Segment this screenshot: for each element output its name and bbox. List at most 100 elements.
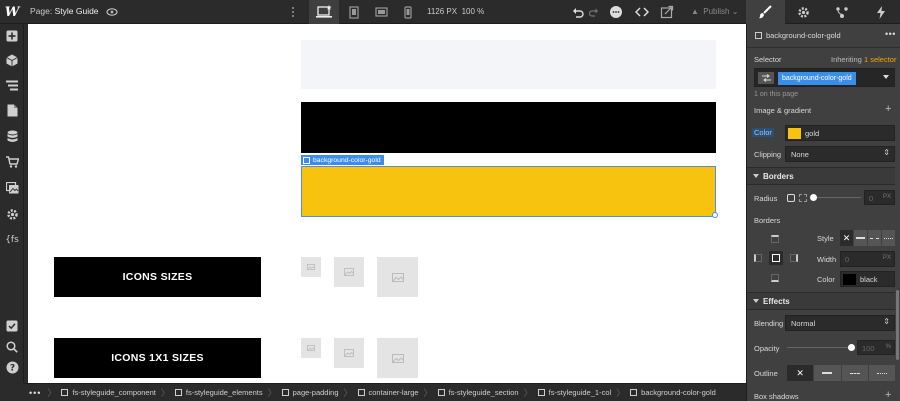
effects-section-header[interactable]: Effects [747, 292, 895, 310]
tab-interactions[interactable] [823, 0, 862, 24]
search-icon[interactable] [4, 339, 20, 355]
canvas-size-readout: 1126 PX 100 % [427, 7, 484, 16]
selector-state-icon[interactable] [758, 72, 774, 84]
radius-individual-icon[interactable] [799, 194, 807, 202]
add-icon[interactable] [4, 28, 20, 44]
radius-all-icon[interactable] [787, 194, 795, 202]
clipping-select[interactable]: None ⇕ [785, 146, 895, 162]
border-all-button[interactable] [769, 251, 783, 265]
dashed-line-icon [870, 237, 879, 239]
undo-icon[interactable] [572, 5, 584, 19]
breadcrumb-item[interactable]: page-padding [277, 388, 344, 397]
background-color-light-block[interactable] [301, 40, 716, 89]
background-color-black-block[interactable] [301, 102, 716, 153]
breadcrumb-item[interactable]: fs-styleguide_elements [170, 388, 268, 397]
page-selector[interactable]: Page: Style Guide [30, 6, 99, 16]
pages-icon[interactable] [4, 102, 20, 118]
border-style-dotted-button[interactable] [882, 230, 895, 246]
left-toolbar: {fs ? [0, 24, 24, 383]
dotted-line-icon [884, 237, 893, 239]
breadcrumb-item-current[interactable]: background-color-gold [625, 388, 721, 397]
opacity-input[interactable]: 100 % [857, 340, 895, 355]
element-square-icon [630, 389, 638, 396]
breadcrumb: ••• 〉 fs-styleguide_component 〉 fs-style… [24, 383, 746, 401]
border-style-none-button[interactable]: ✕ [840, 230, 853, 246]
selected-element-tag[interactable]: background-color-gold [301, 155, 384, 165]
select-arrows-icon: ⇕ [883, 148, 890, 157]
border-color-swatch[interactable] [843, 274, 856, 285]
resize-handle[interactable] [712, 212, 718, 218]
selector-dropdown-icon[interactable] [883, 75, 889, 79]
icons-sizes-text: ICONS SIZES [122, 271, 193, 283]
more-vertical-icon[interactable] [290, 5, 296, 19]
breadcrumb-separator: 〉 [267, 388, 277, 398]
ecommerce-cart-icon[interactable] [4, 154, 20, 170]
blending-select[interactable]: Normal ⇕ [785, 315, 895, 331]
style-panel: background-color-gold ••• Selector Inher… [746, 24, 900, 401]
breadcrumb-separator: 〉 [160, 388, 170, 398]
opacity-slider-thumb[interactable] [848, 344, 855, 351]
export-icon[interactable] [660, 5, 674, 19]
borders-section-header[interactable]: Borders [747, 167, 895, 185]
border-left-icon[interactable] [754, 254, 762, 262]
background-color-field[interactable]: gold [785, 125, 895, 141]
portrait-breakpoint-button[interactable] [393, 0, 423, 24]
navigator-icon[interactable] [4, 77, 20, 93]
settings-gear-icon[interactable] [4, 206, 20, 222]
tab-settings[interactable] [785, 0, 824, 24]
inheriting-link[interactable]: 1 selector [864, 55, 897, 64]
comments-icon[interactable] [609, 5, 623, 19]
border-color-field[interactable]: black [840, 271, 895, 287]
selector-chip[interactable]: background-color-gold [778, 72, 856, 85]
tablet-breakpoint-button[interactable] [339, 0, 369, 24]
outline-dashed-button[interactable] [841, 365, 868, 381]
components-cube-icon[interactable] [4, 52, 20, 68]
add-box-shadow-icon[interactable]: + [885, 389, 891, 401]
publish-button[interactable]: ▲ Publish ⌄ [691, 7, 738, 16]
border-top-icon[interactable] [771, 235, 779, 243]
finsweet-fs-icon[interactable]: {fs [4, 232, 20, 248]
opacity-slider[interactable] [787, 347, 850, 348]
border-style-solid-button[interactable] [854, 230, 867, 246]
border-style-dashed-button[interactable] [868, 230, 881, 246]
border-width-input[interactable]: 0 PX [840, 251, 895, 267]
tab-style[interactable] [746, 0, 785, 24]
radius-input[interactable]: 0 PX [864, 190, 895, 205]
webflow-logo[interactable]: W [0, 0, 24, 24]
radius-slider[interactable] [811, 197, 861, 198]
breadcrumb-separator: 〉 [616, 388, 626, 398]
checkbox-tasks-icon[interactable] [4, 318, 20, 334]
breadcrumb-more-icon[interactable]: ••• [24, 388, 47, 398]
breadcrumb-label: page-padding [292, 388, 339, 397]
image-icon [307, 264, 315, 270]
design-canvas[interactable]: background-color-gold ICONS SIZES ICONS … [28, 24, 746, 383]
eye-icon[interactable] [106, 6, 118, 18]
cms-database-icon[interactable] [4, 128, 20, 144]
outline-none-button[interactable]: ✕ [787, 365, 814, 381]
breadcrumb-item[interactable]: fs-styleguide_section [433, 388, 524, 397]
canvas-width: 1126 PX [427, 7, 458, 16]
border-right-icon[interactable] [790, 254, 798, 262]
add-gradient-icon[interactable]: + [885, 103, 891, 115]
assets-icon[interactable] [4, 180, 20, 196]
code-icon[interactable] [635, 5, 649, 19]
breadcrumb-item[interactable]: container-large [353, 388, 424, 397]
background-color-gold-block[interactable] [301, 166, 716, 217]
opacity-value: 100 [862, 344, 875, 353]
tab-lightning[interactable] [862, 0, 900, 24]
radius-slider-thumb[interactable] [810, 194, 817, 201]
border-width-value: 0 [845, 255, 850, 264]
selector-field[interactable]: background-color-gold [754, 68, 895, 87]
element-more-icon[interactable]: ••• [885, 29, 896, 39]
border-bottom-icon[interactable] [771, 274, 779, 282]
panel-scrollbar[interactable] [896, 290, 899, 360]
help-icon[interactable]: ? [4, 359, 20, 375]
breadcrumb-item[interactable]: fs-styleguide_component [56, 388, 160, 397]
redo-icon[interactable] [589, 5, 599, 19]
desktop-breakpoint-button[interactable] [309, 0, 339, 24]
outline-dotted-button[interactable] [868, 365, 895, 381]
color-swatch[interactable] [788, 128, 801, 139]
breadcrumb-item[interactable]: fs-styleguide_1-col [533, 388, 617, 397]
landscape-breakpoint-button[interactable] [366, 0, 396, 24]
outline-solid-button[interactable] [814, 365, 841, 381]
